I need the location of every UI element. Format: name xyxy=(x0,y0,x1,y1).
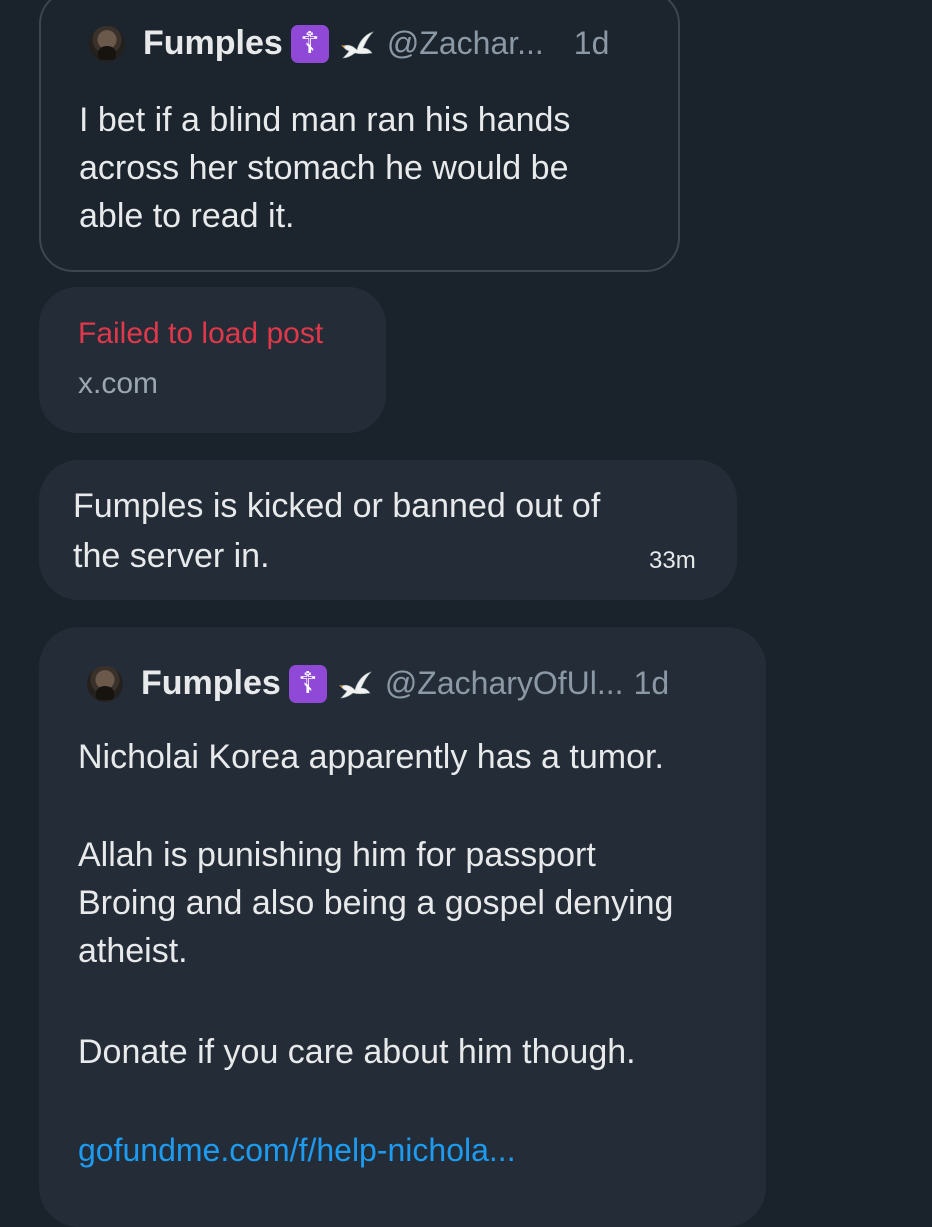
post-age: 1d xyxy=(573,25,610,61)
avatar xyxy=(89,25,125,62)
orthodox-cross-icon: ☦ xyxy=(290,24,329,63)
quoted-post-text-line-3: able to read it. xyxy=(79,197,295,235)
post-paragraph-1: Nicholai Korea apparently has a tumor. xyxy=(78,738,664,776)
quoted-post-text-line-1: I bet if a blind man ran his hands xyxy=(79,101,571,139)
post-paragraph-2-line-2: Broing and also being a gospel denying xyxy=(78,884,674,922)
quoted-post-author-row: Fumples ☦ @ZacharyOfUl... 1d xyxy=(87,664,669,703)
post-paragraph-2-line-1: Allah is punishing him for passport xyxy=(78,836,596,874)
dove-icon xyxy=(338,670,372,698)
author-display-name: Fumples xyxy=(143,24,283,62)
failed-post-error-text: Failed to load post xyxy=(78,317,324,350)
author-display-name: Fumples xyxy=(141,664,281,702)
quoted-post-author-row: Fumples ☦ @Zachar... 1d xyxy=(89,24,609,63)
failed-post-bubble[interactable]: Failed to load post x.com xyxy=(39,287,386,433)
quoted-post-card[interactable]: Fumples ☦ @Zachar... 1d I bet if a blind… xyxy=(39,0,680,272)
avatar xyxy=(87,665,123,702)
message-text-line-1: Fumples is kicked or banned out of xyxy=(73,487,601,525)
author-handle: @Zachar... xyxy=(386,25,544,61)
message-timestamp: 33m xyxy=(649,547,696,574)
author-handle: @ZacharyOfUl... xyxy=(384,665,624,701)
message-bubble[interactable]: Fumples is kicked or banned out of the s… xyxy=(39,460,737,600)
message-bubble-with-quote[interactable]: Fumples ☦ @ZacharyOfUl... 1d Nicholai Ko… xyxy=(39,627,766,1227)
post-paragraph-2-line-3: atheist. xyxy=(78,932,188,970)
failed-post-domain: x.com xyxy=(78,367,159,400)
quoted-post-text-line-2: across her stomach he would be xyxy=(79,149,569,187)
message-text-line-2: the server in. xyxy=(73,537,270,575)
gofundme-link[interactable]: gofundme.com/f/help-nichola... xyxy=(78,1132,516,1169)
post-paragraph-3: Donate if you care about him though. xyxy=(78,1033,636,1071)
post-age: 1d xyxy=(633,665,670,701)
orthodox-cross-icon: ☦ xyxy=(288,664,327,703)
dove-icon xyxy=(340,30,374,58)
